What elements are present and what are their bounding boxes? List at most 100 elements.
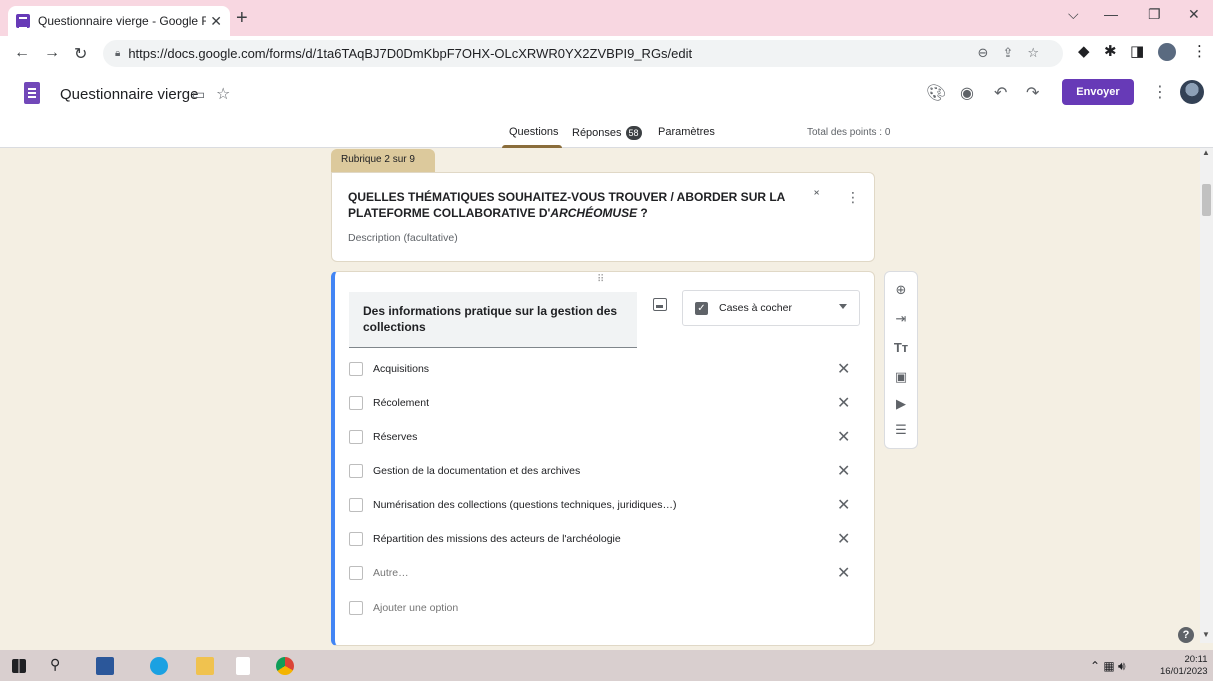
option-row[interactable]: Numérisation des collections (questions … [349, 495, 859, 517]
question-card[interactable]: ⠿ Des informations pratique sur la gesti… [331, 271, 875, 646]
section-title-italic: ARCHÉOMUSE [550, 206, 638, 220]
option-row[interactable]: Réserves ✕ [349, 427, 859, 449]
minimize-button[interactable]: — [1104, 6, 1118, 22]
tab-search-chevron-icon[interactable]: ⌵ [1068, 6, 1079, 23]
option-row[interactable]: Récolement ✕ [349, 393, 859, 415]
undo-icon[interactable]: ↶ [994, 83, 1007, 103]
windows-start-icon[interactable] [12, 659, 26, 673]
browser-menu-icon[interactable]: ⋮ [1192, 42, 1207, 60]
word-app-icon[interactable] [96, 657, 114, 675]
drag-handle-icon[interactable]: ⠿ [597, 274, 605, 285]
new-tab-button[interactable]: + [236, 7, 248, 30]
clock-date: 16/01/2023 [1160, 666, 1208, 677]
form-tabs: Questions Réponses 58 Paramètres Total de… [0, 120, 1213, 148]
collapse-section-icon[interactable]: ⌄ ⌃ [812, 185, 821, 203]
remove-option-icon[interactable]: ✕ [837, 393, 850, 413]
star-icon[interactable]: ☆ [216, 84, 230, 104]
account-avatar[interactable] [1180, 80, 1204, 104]
remove-option-icon[interactable]: ✕ [837, 563, 850, 583]
clock[interactable]: 20:11 16/01/2023 [1160, 654, 1208, 678]
responses-count-badge: 58 [625, 126, 642, 140]
checkbox-placeholder [349, 498, 363, 512]
move-to-folder-icon[interactable]: ▭ [192, 86, 205, 103]
tab-settings[interactable]: Paramètres [658, 126, 715, 138]
tab-close-icon[interactable]: ✕ [210, 13, 222, 30]
remove-option-icon[interactable]: ✕ [837, 427, 850, 447]
remove-option-icon[interactable]: ✕ [837, 529, 850, 549]
question-title-input[interactable]: Des informations pratique sur la gestion… [349, 292, 637, 348]
checkbox-placeholder [349, 566, 363, 580]
add-section-icon[interactable]: ☰ [885, 422, 917, 438]
add-image-icon[interactable] [653, 298, 667, 311]
url-text: https://docs.google.com/forms/d/1ta6TAqB… [128, 46, 693, 61]
option-row[interactable]: Répartition des missions des acteurs de … [349, 529, 859, 551]
section-tag: Rubrique 2 sur 9 [331, 149, 435, 173]
browser-toolbar: ← → ↻ 🔒︎ https://docs.google.com/forms/d… [0, 36, 1213, 70]
option-label[interactable]: Répartition des missions des acteurs de … [373, 533, 621, 545]
checkbox-placeholder [349, 430, 363, 444]
option-row[interactable]: Gestion de la documentation et des archi… [349, 461, 859, 483]
forward-arrow-icon[interactable]: → [44, 44, 60, 62]
google-forms-logo-icon[interactable] [24, 82, 40, 104]
add-option-label[interactable]: Ajouter une option [373, 602, 458, 614]
browser-tab[interactable]: Questionnaire vierge - Google Fo ✕ [8, 6, 230, 36]
search-icon[interactable]: ⚲ [50, 656, 60, 673]
option-row[interactable]: Acquisitions ✕ [349, 359, 859, 381]
section-description[interactable]: Description (facultative) [348, 232, 458, 244]
section-title[interactable]: QUELLES THÉMATIQUES SOUHAITEZ-VOUS TROUV… [348, 189, 788, 221]
remove-option-icon[interactable]: ✕ [837, 359, 850, 379]
notepad-app-icon[interactable] [236, 657, 250, 675]
extension-icon[interactable]: ◆ [1078, 42, 1090, 60]
system-tray-icons[interactable]: ⌃ ▦ 🔊︎ [1090, 659, 1126, 674]
add-question-icon[interactable]: ⊕ [885, 282, 917, 298]
section-more-icon[interactable]: ⋮ [846, 189, 860, 206]
browser-profile-avatar[interactable] [1158, 43, 1176, 61]
redo-icon[interactable]: ↷ [1026, 83, 1039, 103]
add-title-text-icon[interactable]: Tт [885, 340, 917, 355]
form-document-title[interactable]: Questionnaire vierge [60, 86, 198, 103]
preview-eye-icon[interactable]: ◉ [960, 83, 974, 103]
section-title-suffix: ? [637, 206, 648, 220]
section-header-card[interactable]: QUELLES THÉMATIQUES SOUHAITEZ-VOUS TROUV… [331, 172, 875, 262]
back-arrow-icon[interactable]: ← [14, 44, 30, 62]
browser-tab-strip: Questionnaire vierge - Google Fo ✕ + ⌵ —… [0, 0, 1213, 36]
address-bar[interactable]: 🔒︎ https://docs.google.com/forms/d/1ta6T… [103, 40, 1063, 67]
add-image-icon[interactable]: ▣ [885, 369, 917, 385]
remove-option-icon[interactable]: ✕ [837, 495, 850, 515]
window-close-button[interactable]: ✕ [1188, 6, 1200, 23]
scroll-thumb[interactable] [1202, 184, 1211, 216]
edge-app-icon[interactable] [150, 657, 168, 675]
tab-questions[interactable]: Questions [509, 126, 559, 138]
more-options-icon[interactable]: ⋮ [1152, 82, 1168, 102]
question-type-dropdown[interactable]: ✓ Cases à cocher [682, 290, 860, 326]
option-label[interactable]: Acquisitions [373, 363, 429, 375]
customize-theme-palette-icon[interactable]: 🎨︎ [926, 83, 946, 103]
google-forms-favicon-icon [16, 14, 30, 29]
tab-responses[interactable]: Réponses 58 [572, 126, 642, 140]
other-option-row[interactable]: Autre… ✕ [349, 563, 859, 585]
reload-icon[interactable]: ↻ [74, 44, 87, 64]
share-icon[interactable]: ⇪ [1002, 45, 1027, 60]
option-label[interactable]: Gestion de la documentation et des archi… [373, 465, 580, 477]
page-scrollbar[interactable]: ▲ [1200, 148, 1213, 643]
zoom-icon[interactable]: ⊖ [978, 45, 1003, 60]
side-panel-icon[interactable]: ◨ [1130, 42, 1144, 60]
option-label[interactable]: Numérisation des collections (questions … [373, 499, 677, 511]
add-option-row[interactable]: Ajouter une option [349, 598, 859, 620]
other-option-label[interactable]: Autre… [373, 567, 409, 579]
scroll-up-arrow-icon[interactable]: ▲ [1202, 148, 1210, 157]
option-label[interactable]: Réserves [373, 431, 417, 443]
bookmark-star-icon[interactable]: ☆ [1027, 45, 1053, 60]
send-button[interactable]: Envoyer [1062, 79, 1134, 105]
remove-option-icon[interactable]: ✕ [837, 461, 850, 481]
option-label[interactable]: Récolement [373, 397, 429, 409]
scroll-down-arrow-icon[interactable]: ▼ [1202, 630, 1210, 639]
chrome-app-icon[interactable] [276, 657, 294, 675]
import-questions-icon[interactable]: ⇥ [885, 311, 917, 327]
add-video-icon[interactable]: ▶ [885, 396, 917, 412]
help-icon[interactable]: ? [1178, 627, 1194, 643]
restore-button[interactable]: ❐ [1148, 6, 1161, 23]
puzzle-extensions-icon[interactable]: ✱ [1104, 42, 1117, 60]
tab-responses-label: Réponses [572, 127, 622, 139]
file-explorer-icon[interactable] [196, 657, 214, 675]
